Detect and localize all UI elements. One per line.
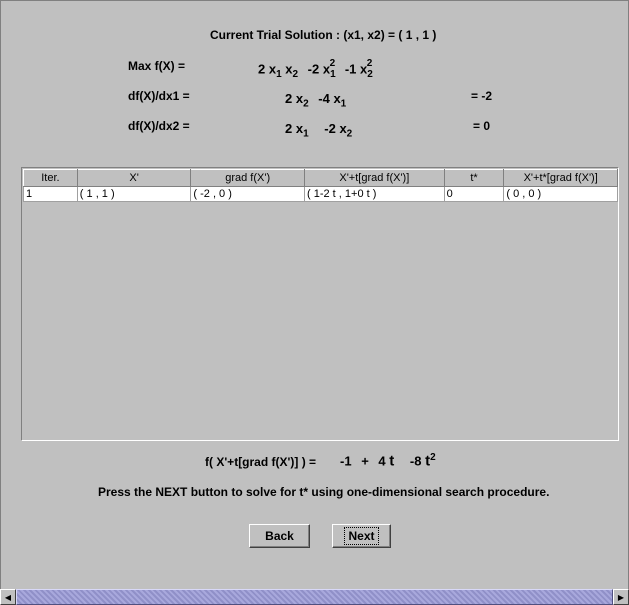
col-header-x-plus-t-grad[interactable]: X'+t[grad f(X')] [304,169,445,187]
instruction-text: Press the NEXT button to solve for t* us… [98,485,550,499]
partial-x2-expression: 2 x1 -2 x2 [285,121,353,140]
objective-label: Max f(X) = [128,59,186,73]
horizontal-scrollbar[interactable]: ◀ ▶ [0,589,629,605]
table-header-row: Iter. X' grad f(X') X'+t[grad f(X')] t* … [23,169,618,187]
table-cell[interactable]: ( 0 , 0 ) [503,186,618,202]
scroll-left-button[interactable]: ◀ [0,589,16,605]
partial-x2-value: = 0 [473,119,491,133]
table-cell[interactable]: ( 1 , 1 ) [76,186,192,202]
line-search-label: f( X'+t[grad f(X')] ) = [205,455,317,469]
trial-solution-title: Current Trial Solution : (x1, x2) = ( 1 … [210,28,437,42]
partial-x1-label: df(X)/dx1 = [128,89,190,103]
line-search-expression: -1 + 4 t -8 t2 [340,452,436,470]
objective-expression: 2 x1 x2 -2 x12 -1 x22 [258,58,373,80]
table-cell[interactable]: 0 [443,186,505,202]
partial-x1-value: = -2 [471,89,493,103]
back-button[interactable]: Back [249,524,310,548]
arrow-left-icon: ◀ [4,592,12,602]
partial-x2-label: df(X)/dx2 = [128,119,190,133]
col-header-iter[interactable]: Iter. [23,169,78,187]
table-row[interactable]: 1 ( 1 , 1 ) ( -2 , 0 ) ( 1-2 t , 1+0 t )… [23,186,618,202]
iteration-table-panel[interactable]: Iter. X' grad f(X') X'+t[grad f(X')] t* … [21,167,619,441]
scroll-thumb[interactable] [16,589,613,605]
arrow-right-icon: ▶ [617,592,625,602]
table-cell[interactable]: ( -2 , 0 ) [190,186,305,202]
col-header-x-plus-tstar-grad[interactable]: X'+t*[grad f(X')] [503,169,618,187]
partial-x1-expression: 2 x2 -4 x1 [285,91,347,110]
table-cell[interactable]: ( 1-2 t , 1+0 t ) [304,186,445,202]
scroll-right-button[interactable]: ▶ [613,589,629,605]
col-header-x[interactable]: X' [76,169,192,187]
col-header-t-star[interactable]: t* [443,169,505,187]
col-header-grad[interactable]: grad f(X') [190,169,305,187]
next-button[interactable]: Next [332,524,391,548]
table-cell[interactable]: 1 [23,186,78,202]
iteration-table[interactable]: Iter. X' grad f(X') X'+t[grad f(X')] t* … [23,169,618,202]
